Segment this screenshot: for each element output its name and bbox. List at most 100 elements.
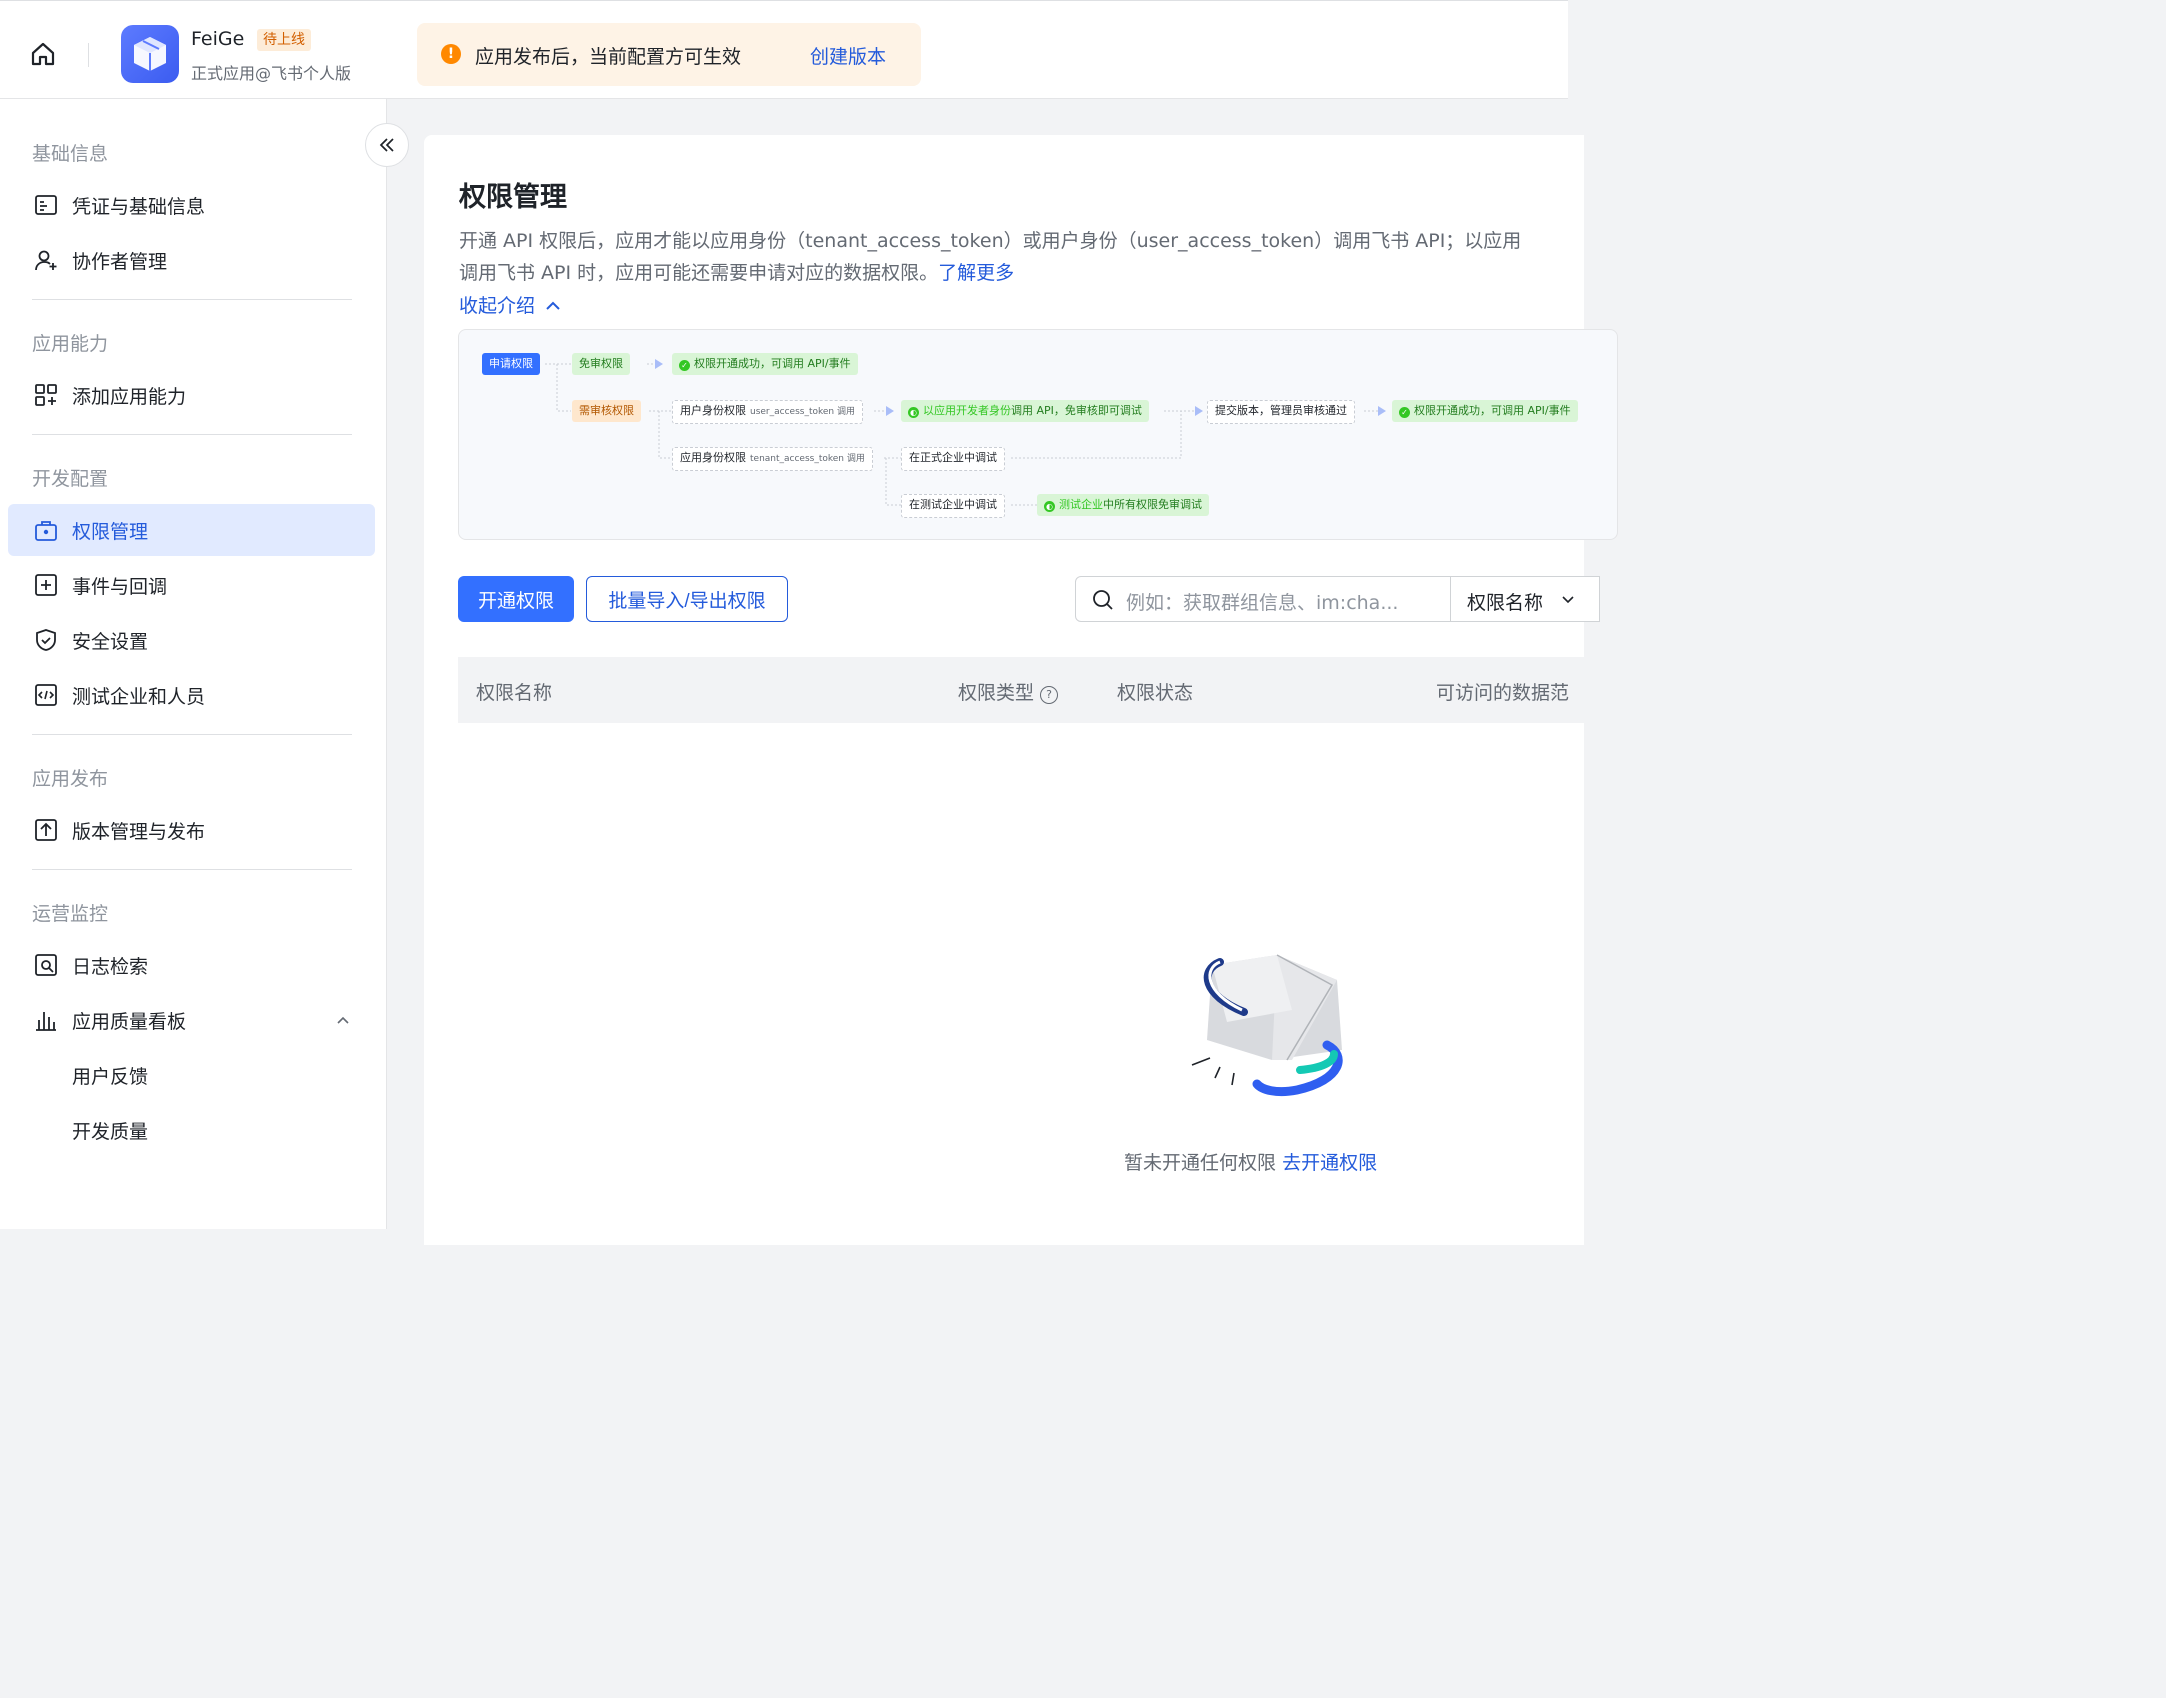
description-line: 调用飞书 API 时，应用可能还需要申请对应的数据权限。了解更多 xyxy=(459,257,1659,289)
sidebar-item-label: 版本管理与发布 xyxy=(72,820,206,843)
flow-prod-debug-tag: 在正式企业中调试 xyxy=(901,447,1005,471)
sidebar-item-label: 用户反馈 xyxy=(72,1065,149,1088)
sidebar-item-quality-board[interactable]: 应用质量看板 xyxy=(8,994,375,1046)
section-title-release: 应用发布 xyxy=(32,768,109,790)
go-open-permission-link[interactable]: 去开通权限 xyxy=(1282,1152,1377,1174)
flow-app-perm-label: 应用身份权限 xyxy=(680,451,746,464)
section-title-ability: 应用能力 xyxy=(32,333,109,355)
log-search-icon xyxy=(35,954,57,976)
sidebar-item-label: 事件与回调 xyxy=(72,575,168,598)
section-title-basic: 基础信息 xyxy=(32,143,109,165)
user-add-icon xyxy=(35,250,57,271)
main-panel: 权限管理 开通 API 权限后，应用才能以应用身份（tenant_access_… xyxy=(424,135,1618,1245)
check-circle-icon: ✓ xyxy=(679,360,690,371)
sidebar-item-security[interactable]: 安全设置 xyxy=(8,614,375,666)
chevron-up-icon xyxy=(546,301,560,310)
flow-test-all-highlight: 测试企业 xyxy=(1059,498,1103,511)
upload-icon xyxy=(35,819,57,841)
top-bar: FeiGe 待上线 正式应用@飞书个人版 ! 应用发布后，当前配置方可生效 创建… xyxy=(0,0,1568,99)
sidebar-item-credentials[interactable]: 凭证与基础信息 xyxy=(8,179,375,231)
app-logo-icon xyxy=(121,25,179,83)
flow-test-all-text: 中所有权限免审调试 xyxy=(1103,498,1202,511)
column-header-status[interactable]: 权限状态 xyxy=(1117,678,1193,705)
flow-dev-identity-text: 调用 API，免审核即可调试 xyxy=(1011,404,1142,417)
collapse-sidebar-button[interactable] xyxy=(365,123,409,167)
home-icon[interactable] xyxy=(28,39,58,69)
event-add-icon xyxy=(35,574,57,596)
publish-notice: ! 应用发布后，当前配置方可生效 创建版本 xyxy=(417,23,921,86)
status-badge: 待上线 xyxy=(257,29,311,51)
flow-user-perm-tag: 用户身份权限 user_access_token 调用 xyxy=(672,400,863,424)
collapse-intro-toggle[interactable]: 收起介绍 xyxy=(459,291,561,318)
divider xyxy=(88,43,89,67)
sidebar-item-test-tenant[interactable]: 测试企业和人员 xyxy=(8,669,375,721)
id-card-icon xyxy=(35,195,57,215)
sidebar-item-add-ability[interactable]: 添加应用能力 xyxy=(8,369,375,421)
flow-test-all-tag: ◐ 测试企业中所有权限免审调试 xyxy=(1037,494,1209,516)
help-icon[interactable]: ? xyxy=(1040,686,1059,704)
divider xyxy=(32,869,352,870)
search-icon xyxy=(1093,590,1113,610)
flow-success-tag: ✓ 权限开通成功，可调用 API/事件 xyxy=(672,353,858,375)
sidebar-item-label: 协作者管理 xyxy=(72,250,168,273)
flow-success2-label: 权限开通成功，可调用 API/事件 xyxy=(1414,404,1571,417)
sidebar-item-events[interactable]: 事件与回调 xyxy=(8,559,375,611)
sidebar-item-logs[interactable]: 日志检索 xyxy=(8,939,375,991)
divider xyxy=(32,734,352,735)
flow-dev-identity-tag: ◐ 以应用开发者身份调用 API，免审核即可调试 xyxy=(901,400,1149,422)
flow-success2-tag: ✓ 权限开通成功，可调用 API/事件 xyxy=(1392,400,1578,422)
divider xyxy=(32,434,352,435)
search-placeholder: 例如：获取群组信息、im:cha... xyxy=(1126,592,1399,614)
page-title: 权限管理 xyxy=(459,182,567,213)
flow-test-debug-tag: 在测试企业中调试 xyxy=(901,494,1005,518)
learn-more-link[interactable]: 了解更多 xyxy=(938,262,1014,284)
divider xyxy=(32,299,352,300)
sidebar-item-versions[interactable]: 版本管理与发布 xyxy=(8,804,375,856)
sidebar-item-label: 添加应用能力 xyxy=(72,385,187,408)
flow-review-tag: 需审核权限 xyxy=(572,400,641,422)
dev-icon: ◐ xyxy=(1044,501,1055,512)
create-version-link[interactable]: 创建版本 xyxy=(810,42,886,69)
empty-state-message: 暂未开通任何权限 去开通权限 xyxy=(1124,1148,1377,1175)
sidebar: 基础信息 凭证与基础信息 协作者管理 应用能力 添加应用能力 开发配置 权限管理… xyxy=(0,99,387,1229)
app-subtitle: 正式应用@飞书个人版 xyxy=(191,64,352,83)
bar-chart-icon xyxy=(36,1012,56,1031)
dev-icon: ◐ xyxy=(908,407,919,418)
flow-user-token-label: user_access_token 调用 xyxy=(750,407,855,417)
sidebar-item-label: 应用质量看板 xyxy=(72,1010,187,1033)
sidebar-item-dev-quality[interactable]: 开发质量 xyxy=(8,1104,375,1156)
flow-tenant-token-label: tenant_access_token 调用 xyxy=(750,454,865,464)
sidebar-item-label: 权限管理 xyxy=(72,520,149,543)
chevron-up-icon[interactable] xyxy=(335,1012,351,1028)
sidebar-item-feedback[interactable]: 用户反馈 xyxy=(8,1049,375,1101)
flow-exempt-tag: 免审权限 xyxy=(572,353,630,375)
flow-success-label: 权限开通成功，可调用 API/事件 xyxy=(694,357,851,370)
open-permission-button[interactable]: 开通权限 xyxy=(458,576,574,622)
sidebar-item-permissions[interactable]: 权限管理 xyxy=(8,504,375,556)
flow-app-perm-tag: 应用身份权限 tenant_access_token 调用 xyxy=(672,447,873,471)
page-description: 开通 API 权限后，应用才能以应用身份（tenant_access_token… xyxy=(459,225,1659,289)
batch-import-export-button[interactable]: 批量导入/导出权限 xyxy=(586,576,788,622)
flow-apply-tag: 申请权限 xyxy=(482,353,540,375)
column-header-name[interactable]: 权限名称 xyxy=(476,678,552,705)
collapse-intro-label: 收起介绍 xyxy=(459,295,536,317)
flow-submit-tag: 提交版本，管理员审核通过 xyxy=(1207,400,1355,424)
notice-message: 应用发布后，当前配置方可生效 xyxy=(475,46,742,68)
chevron-down-icon xyxy=(1562,596,1574,604)
flow-dev-identity-highlight: 以应用开发者身份 xyxy=(923,404,1011,417)
sidebar-item-label: 日志检索 xyxy=(72,955,149,978)
description-line: 开通 API 权限后，应用才能以应用身份（tenant_access_token… xyxy=(459,230,1522,252)
column-header-type-label: 权限类型 xyxy=(958,682,1035,704)
shield-icon xyxy=(36,629,56,651)
warning-icon: ! xyxy=(441,44,461,64)
code-window-icon xyxy=(35,684,57,706)
permission-flow-diagram: 申请权限 免审权限 ✓ 权限开通成功，可调用 API/事件 需审核权限 用户身份权… xyxy=(458,329,1618,540)
search-input[interactable]: 例如：获取群组信息、im:cha... xyxy=(1075,576,1451,622)
column-header-scope[interactable]: 可访问的数据范 xyxy=(1436,678,1569,705)
sidebar-item-collaborators[interactable]: 协作者管理 xyxy=(8,234,375,286)
search-field-select[interactable]: 权限名称 xyxy=(1450,576,1600,622)
check-circle-icon: ✓ xyxy=(1399,407,1410,418)
sidebar-item-label: 开发质量 xyxy=(72,1120,149,1143)
column-header-type[interactable]: 权限类型? xyxy=(958,678,1059,705)
double-chevron-left-icon xyxy=(379,138,394,152)
